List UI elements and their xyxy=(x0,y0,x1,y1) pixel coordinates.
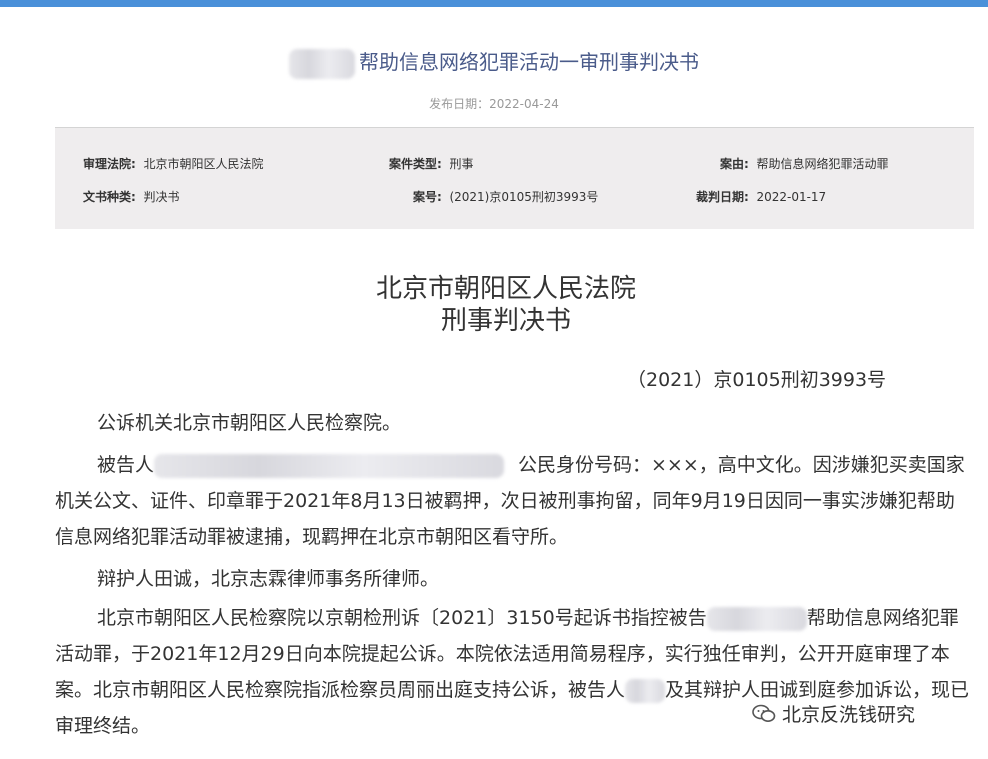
document-title-heading: 刑事判决书 xyxy=(440,306,571,336)
court-label: 审理法院: xyxy=(83,157,136,171)
judgment-date-label: 裁判日期: xyxy=(696,190,749,204)
publish-date: 发布日期：2022-04-24 xyxy=(429,97,559,111)
case-metadata-panel: 审理法院: 北京市朝阳区人民法院 案件类型: 刑事 案由: 帮助信息网络犯罪活动… xyxy=(55,127,974,229)
defendant-prefix: 被告人 xyxy=(97,454,155,476)
case-type-value: 刑事 xyxy=(449,157,474,171)
judgment-date-field: 裁判日期: 2022-01-17 xyxy=(696,188,826,205)
wechat-icon xyxy=(752,704,776,724)
court-value: 北京市朝阳区人民法院 xyxy=(143,157,264,171)
proceedings-part-a: 北京市朝阳区人民检察院以京朝检刑诉〔2021〕3150号起诉书指控被告 xyxy=(97,607,707,629)
watermark: 北京反洗钱研究 xyxy=(752,700,915,727)
top-accent-bar xyxy=(0,0,988,7)
court-field: 审理法院: 北京市朝阳区人民法院 xyxy=(83,155,263,172)
paragraph-defender: 辩护人田诚，北京志霖律师事务所律师。 xyxy=(97,568,440,590)
page-title-text: 帮助信息网络犯罪活动一审刑事判决书 xyxy=(359,50,699,74)
redacted-name xyxy=(289,48,355,79)
judgment-date-value: 2022-01-17 xyxy=(756,190,827,204)
page-title: 帮助信息网络犯罪活动一审刑事判决书 xyxy=(0,46,988,79)
redacted-defendant-name-2 xyxy=(625,678,666,703)
doc-type-field: 文书种类: 判决书 xyxy=(83,188,179,205)
case-no-label: 案号: xyxy=(413,190,442,204)
cause-field: 案由: 帮助信息网络犯罪活动罪 xyxy=(720,155,888,172)
case-type-label: 案件类型: xyxy=(389,157,442,171)
document-case-number: （2021）京0105刑初3993号 xyxy=(627,369,887,391)
case-type-field: 案件类型: 刑事 xyxy=(389,155,473,172)
redacted-defendant-info xyxy=(154,453,505,478)
paragraph-prosecutor: 公诉机关北京市朝阳区人民检察院。 xyxy=(97,412,402,434)
doc-type-label: 文书种类: xyxy=(83,190,136,204)
watermark-text: 北京反洗钱研究 xyxy=(782,704,916,726)
redacted-defendant-name xyxy=(706,606,807,631)
paragraph-defendant: 被告人 公民身份号码：×××，高中文化。因涉嫌犯买卖国家机关公文、证件、印章罪于2… xyxy=(55,447,970,555)
cause-value: 帮助信息网络犯罪活动罪 xyxy=(756,157,889,171)
case-no-field: 案号: (2021)京0105刑初3993号 xyxy=(413,188,598,205)
doc-type-value: 判决书 xyxy=(143,190,180,204)
case-no-value: (2021)京0105刑初3993号 xyxy=(449,190,599,204)
cause-label: 案由: xyxy=(720,157,749,171)
